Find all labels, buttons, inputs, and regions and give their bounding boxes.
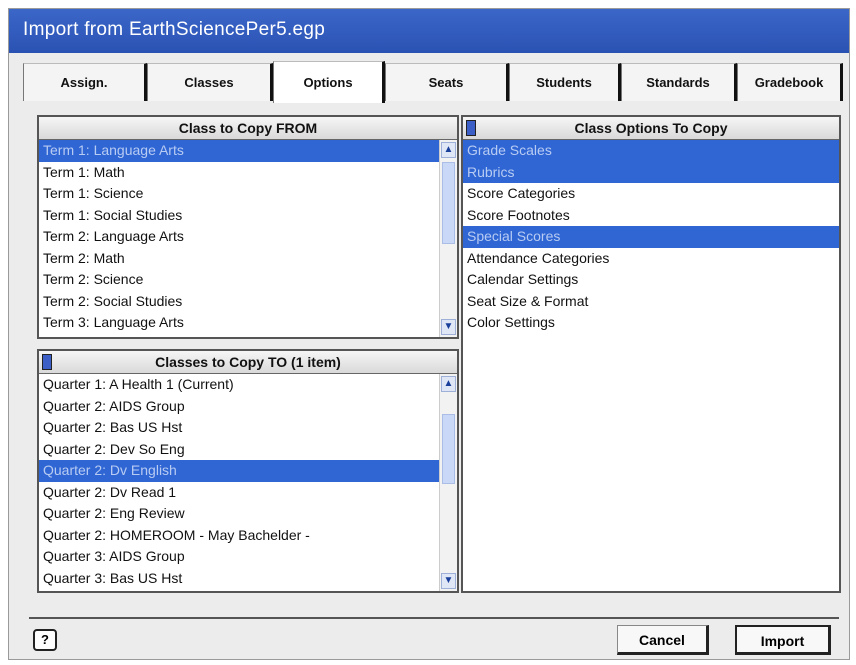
list-item[interactable]: Special Scores [463, 226, 839, 248]
list-item[interactable]: Term 3: Language Arts [39, 312, 439, 334]
list-item[interactable]: Quarter 2: HOMEROOM - May Bachelder - [39, 525, 439, 547]
copy-from-header: Class to Copy FROM [39, 117, 457, 140]
list-item[interactable]: Term 2: Language Arts [39, 226, 439, 248]
tab-classes[interactable]: Classes [147, 63, 273, 101]
column-toggle-icon[interactable] [42, 354, 52, 370]
options-header-label: Class Options To Copy [574, 120, 728, 136]
list-item[interactable]: Quarter 2: AIDS Group [39, 396, 439, 418]
list-item[interactable]: Term 1: Language Arts [39, 140, 439, 162]
scroll-down-icon[interactable]: ▼ [441, 319, 456, 335]
column-toggle-icon[interactable] [466, 120, 476, 136]
tab-standards[interactable]: Standards [621, 63, 737, 101]
list-item[interactable]: Quarter 2: Dv English [39, 460, 439, 482]
list-item[interactable]: Term 2: Math [39, 248, 439, 270]
options-panel: Class Options To Copy Grade Scales Rubri… [461, 115, 841, 593]
options-header: Class Options To Copy [463, 117, 839, 140]
list-item[interactable]: Rubrics [463, 161, 839, 183]
scroll-up-icon[interactable]: ▲ [441, 376, 456, 392]
tab-students[interactable]: Students [509, 63, 621, 101]
copy-to-panel: Classes to Copy TO (1 item) Quarter 1: A… [37, 349, 459, 593]
list-item[interactable]: Quarter 2: Bas US Hst [39, 417, 439, 439]
list-item[interactable]: Color Settings [463, 312, 839, 334]
list-item[interactable]: Term 2: Science [39, 269, 439, 291]
copy-to-list: Quarter 1: A Health 1 (Current) Quarter … [39, 374, 439, 589]
list-item[interactable]: Score Footnotes [463, 205, 839, 227]
import-dialog: Import from EarthSciencePer5.egp Assign.… [8, 8, 850, 660]
scroll-up-icon[interactable]: ▲ [441, 142, 456, 158]
list-item[interactable]: Grade Scales [463, 140, 839, 162]
title-bar[interactable]: Import from EarthSciencePer5.egp [9, 9, 849, 53]
copy-from-panel: Class to Copy FROM Term 1: Language Arts… [37, 115, 459, 339]
help-icon[interactable]: ? [33, 629, 57, 651]
tab-bar: Assign. Classes Options Seats Students S… [23, 61, 843, 103]
scroll-thumb[interactable] [442, 414, 455, 484]
copy-from-scrollbar[interactable]: ▲ ▼ [439, 140, 457, 337]
options-list: Grade Scales Rubrics Score Categories Sc… [463, 140, 839, 334]
scroll-down-icon[interactable]: ▼ [441, 573, 456, 589]
list-item[interactable]: Score Categories [463, 183, 839, 205]
list-item[interactable]: Seat Size & Format [463, 291, 839, 313]
list-item[interactable]: Term 1: Math [39, 162, 439, 184]
copy-to-header: Classes to Copy TO (1 item) [39, 351, 457, 374]
tab-assign[interactable]: Assign. [23, 63, 147, 101]
window-title: Import from EarthSciencePer5.egp [23, 19, 326, 40]
import-button[interactable]: Import [735, 625, 831, 655]
tab-seats[interactable]: Seats [385, 63, 509, 101]
tab-gradebook[interactable]: Gradebook [737, 63, 843, 101]
tab-options[interactable]: Options [273, 61, 385, 103]
list-item[interactable]: Calendar Settings [463, 269, 839, 291]
scroll-thumb[interactable] [442, 162, 455, 244]
list-item[interactable]: Quarter 1: A Health 1 (Current) [39, 374, 439, 396]
list-item[interactable]: Quarter 3: AIDS Group [39, 546, 439, 568]
copy-to-header-label: Classes to Copy TO (1 item) [155, 354, 341, 370]
list-item[interactable]: Term 1: Science [39, 183, 439, 205]
cancel-button[interactable]: Cancel [617, 625, 709, 655]
list-item[interactable]: Term 1: Social Studies [39, 205, 439, 227]
copy-to-scrollbar[interactable]: ▲ ▼ [439, 374, 457, 591]
list-item[interactable]: Term 2: Social Studies [39, 291, 439, 313]
list-item[interactable]: Quarter 2: Dev So Eng [39, 439, 439, 461]
footer-divider [29, 617, 839, 619]
list-item[interactable]: Quarter 2: Eng Review [39, 503, 439, 525]
list-item[interactable]: Quarter 2: Dv Read 1 [39, 482, 439, 504]
copy-from-list: Term 1: Language Arts Term 1: Math Term … [39, 140, 439, 334]
list-item[interactable]: Attendance Categories [463, 248, 839, 270]
list-item[interactable]: Quarter 3: Bas US Hst [39, 568, 439, 590]
